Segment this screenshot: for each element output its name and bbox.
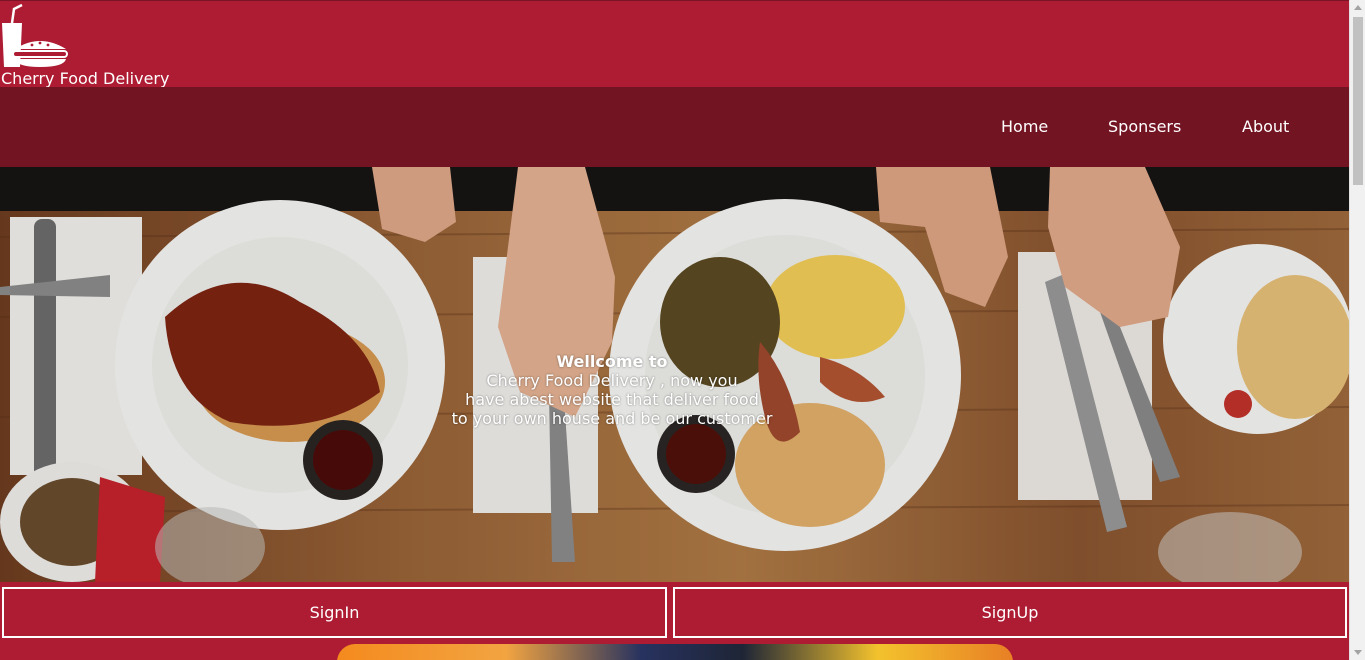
welcome-line: to your own house and be our customer [451, 409, 773, 428]
welcome-message: Wellcome to Cherry Food Delivery , now y… [412, 352, 812, 428]
welcome-title: Wellcome to [556, 352, 668, 371]
nav-home[interactable]: Home [1001, 117, 1048, 137]
nav-about[interactable]: About [1242, 117, 1289, 137]
scroll-down-arrow-icon[interactable] [1354, 650, 1362, 655]
food-image-preview [337, 644, 1013, 660]
auth-buttons: SignIn SignUp [0, 583, 1349, 644]
welcome-line: Cherry Food Delivery , now you [486, 371, 738, 390]
welcome-line: have abest website that deliver food [465, 390, 759, 409]
top-header: Cherry Food Delivery [0, 0, 1349, 88]
brand-name: Cherry Food Delivery [1, 69, 170, 88]
main-navbar: Home Sponsers About [0, 87, 1349, 167]
signup-button[interactable]: SignUp [673, 587, 1347, 638]
signin-button[interactable]: SignIn [2, 587, 667, 638]
scroll-up-arrow-icon[interactable] [1354, 5, 1362, 10]
nav-sponsers[interactable]: Sponsers [1108, 117, 1181, 137]
hero-banner: Wellcome to Cherry Food Delivery , now y… [0, 167, 1349, 582]
page-scrollbar[interactable] [1349, 0, 1365, 660]
next-section-preview [0, 644, 1349, 660]
food-delivery-logo-icon [2, 3, 68, 67]
scroll-thumb[interactable] [1353, 17, 1363, 185]
